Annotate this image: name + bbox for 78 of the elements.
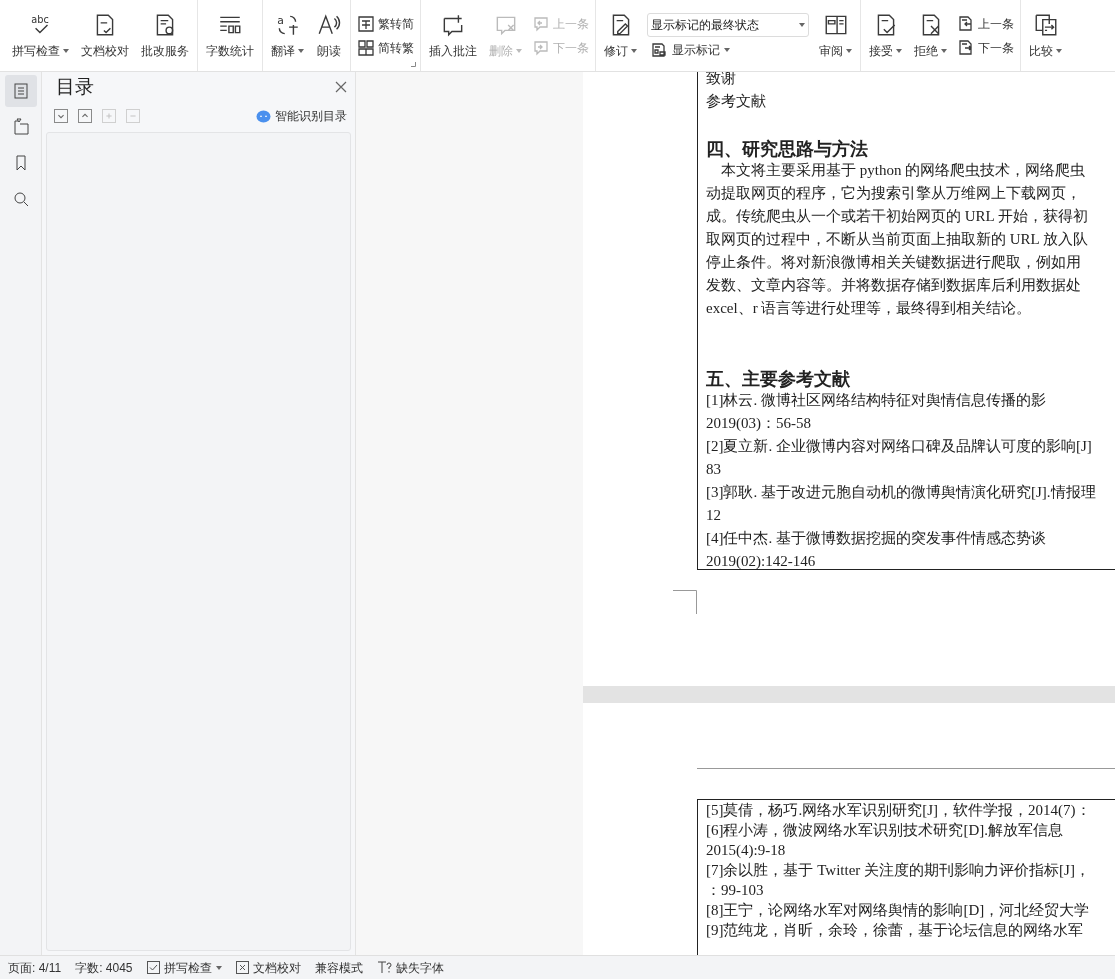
- toolbar-button[interactable]: 批改服务: [136, 0, 194, 71]
- toolbar-button[interactable]: 修订: [599, 0, 642, 71]
- caret-icon: [215, 965, 222, 970]
- toolbar-button[interactable]: 上一条: [957, 14, 1014, 33]
- toolbar-button[interactable]: 拒绝: [909, 0, 952, 71]
- markup-state-dropdown[interactable]: 显示标记的最终状态: [647, 12, 809, 37]
- text-line: [1]林云. 微博社区网络结构特征对舆情信息传播的影: [706, 391, 1046, 410]
- toolbar-button[interactable]: 接受: [864, 0, 907, 71]
- caret-icon: [298, 48, 304, 53]
- next-change-icon: [957, 38, 975, 57]
- text-line: 12: [706, 506, 721, 525]
- status-text: 字数: 4045: [75, 959, 133, 977]
- text-line: 参考文献: [706, 92, 766, 111]
- text-line: 成。传统爬虫从一个或若干初始网页的 URL 开始，获得初: [706, 207, 1088, 226]
- text-line: 动提取网页的程序，它为搜索引擎从万维网上下载网页，: [706, 184, 1081, 203]
- plus-icon: [103, 110, 115, 122]
- outline-button[interactable]: [54, 109, 68, 123]
- text-line: [6]程小涛，微波网络水军识别技术研究[D].解放军信息: [706, 821, 1064, 840]
- status-text: 兼容模式: [314, 959, 363, 977]
- caret-icon: [941, 48, 947, 53]
- caret-icon: [724, 47, 730, 52]
- text-line: excel、r 语言等进行处理等，最终得到相关结论。: [706, 299, 1032, 318]
- text-line: [3]郭耿. 基于改进元胞自动机的微博舆情演化研究[J].情报理: [706, 483, 1096, 502]
- text-line: [4]任中杰. 基于微博数据挖掘的突发事件情感态势谈: [706, 529, 1046, 548]
- smart-assistant-icon: [256, 109, 271, 123]
- close-icon[interactable]: [335, 81, 347, 93]
- caret-icon: [846, 48, 852, 53]
- caret-icon: [896, 48, 902, 53]
- caret-icon: [631, 48, 637, 53]
- toolbar-button[interactable]: 繁转简: [357, 14, 414, 33]
- text-line: 2015(4):9-18: [706, 841, 786, 860]
- toolbar-button[interactable]: 简转繁: [357, 38, 414, 57]
- toolbar-button[interactable]: 下一条: [957, 38, 1014, 57]
- text-line: 发数、文章内容等。并将数据存储到数据库后利用数据处: [706, 276, 1081, 295]
- status-text: 页面: 4/11: [8, 959, 62, 977]
- panel-title: 目录: [56, 74, 94, 99]
- crop-mark: [673, 590, 697, 614]
- previous-change-icon: [957, 14, 975, 33]
- x-box-icon: [235, 961, 249, 974]
- smart-toc-button[interactable]: 智能识别目录: [256, 107, 347, 125]
- toolbar-button[interactable]: abc 拼写检查: [7, 0, 74, 71]
- toolbar-button[interactable]: 朗读: [311, 0, 347, 71]
- text-line: 取网页的过程中，不断从当前页面上抽取新的 URL 放入队: [706, 230, 1088, 249]
- caret-icon: [799, 22, 805, 27]
- markup-icon: [650, 40, 668, 59]
- toolbar-button[interactable]: 插入批注: [424, 0, 482, 71]
- show-markup-button[interactable]: 显示标记: [647, 40, 809, 59]
- text-line: ：99-103: [706, 881, 764, 900]
- status-button[interactable]: 拼写检查: [146, 958, 222, 977]
- outline-button[interactable]: [78, 109, 92, 123]
- text-line: [5]莫倩，杨巧.网络水军识别研究[J]，软件学报，2014(7)：: [706, 801, 1091, 820]
- dialog-launcher-icon[interactable]: [411, 62, 416, 67]
- section-heading: 四、研究思路与方法: [706, 138, 868, 159]
- toolbar-button[interactable]: 审阅: [814, 0, 857, 71]
- text-line: 2019(03)：56-58: [706, 414, 811, 433]
- toolbar-button[interactable]: 比较: [1024, 0, 1067, 71]
- toolbar-button[interactable]: 文档校对: [76, 0, 134, 71]
- status-button[interactable]: 文档校对: [235, 958, 301, 977]
- next-comment-icon: [532, 38, 550, 57]
- previous-comment-icon: [532, 14, 550, 33]
- caret-icon: [63, 48, 69, 53]
- text-line: 2019(02):142-146: [706, 552, 816, 571]
- text-line: [8]王宁，论网络水军对网络舆情的影响[D]，河北经贸大学: [706, 901, 1090, 920]
- toolbar-button[interactable]: 字数统计: [201, 0, 259, 71]
- toolbar-button[interactable]: a 翻译: [266, 0, 309, 71]
- text-line: 本文将主要采用基于 python 的网络爬虫技术，网络爬虫: [720, 161, 1086, 180]
- status-button[interactable]: 缺失字体: [376, 958, 444, 977]
- text-line: 83: [706, 460, 721, 479]
- caret-icon: [516, 48, 522, 53]
- text-line: [9]范纯龙，肖昕，余玲，徐蕾，基于论坛信息的网络水军: [706, 921, 1084, 940]
- checkbox-icon: [146, 961, 160, 974]
- text-line: [7]余以胜，基于 Twitter 关注度的期刊影响力评价指标[J]，: [706, 861, 1090, 880]
- section-heading: 五、主要参考文献: [706, 368, 850, 389]
- font-question-icon: [376, 961, 392, 974]
- text-line: 停止条件。将对新浪微博相关关键数据进行爬取，例如用: [706, 253, 1081, 272]
- text-line: [2]夏立新. 企业微博内容对网络口碑及品牌认可度的影响[J]: [706, 437, 1092, 456]
- side-tab[interactable]: [4, 75, 37, 107]
- caret-icon: [1056, 48, 1062, 53]
